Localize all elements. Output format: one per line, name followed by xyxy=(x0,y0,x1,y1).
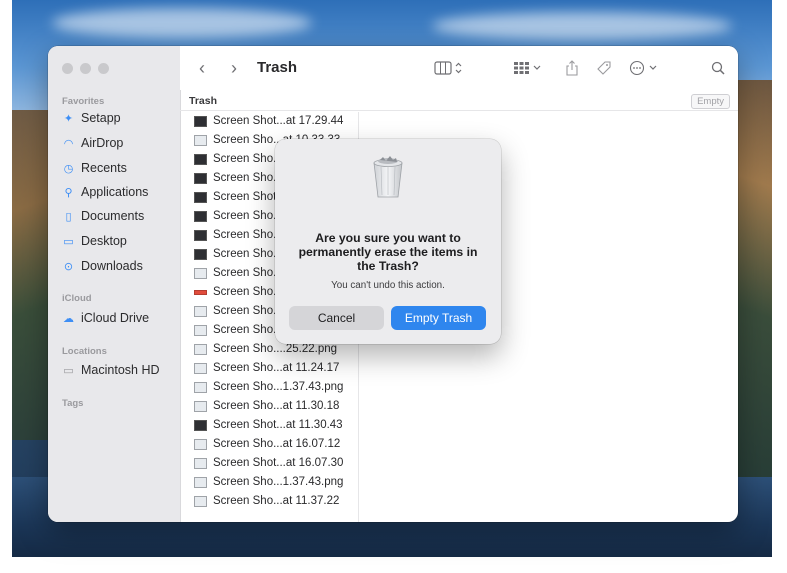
list-item[interactable]: Screen Sho... xyxy=(194,245,283,263)
list-item[interactable]: Screen Sho...at 16.07.12 xyxy=(194,435,340,453)
file-thumbnail-icon xyxy=(194,267,207,279)
sidebar-item-label: Recents xyxy=(81,161,127,175)
empty-trash-button[interactable]: Empty Trash xyxy=(391,306,486,330)
list-item[interactable]: Screen Shot...at 11.30.43 xyxy=(194,416,343,434)
window-controls xyxy=(62,63,109,74)
clock-icon: ◷ xyxy=(63,162,74,175)
sidebar-section-tags: Tags xyxy=(62,398,84,409)
sidebar-item-label: Desktop xyxy=(81,234,127,248)
view-options-icon[interactable] xyxy=(432,58,466,78)
airdrop-icon: ◠ xyxy=(63,137,74,150)
path-label: Trash xyxy=(189,95,218,107)
group-icon[interactable] xyxy=(512,58,544,78)
sidebar-item-label: Downloads xyxy=(81,259,143,273)
path-bar: Trash Empty xyxy=(180,92,738,111)
trash-full-icon xyxy=(369,155,407,199)
cloud-icon: ☁ xyxy=(63,312,74,325)
window-title: Trash xyxy=(257,59,298,76)
sidebar-item-icloud-drive[interactable]: ☁ iCloud Drive xyxy=(62,308,149,328)
close-button[interactable] xyxy=(62,63,73,74)
list-item[interactable]: Screen Sho... xyxy=(194,321,283,339)
file-thumbnail-icon xyxy=(194,210,207,222)
sidebar-item-recents[interactable]: ◷ Recents xyxy=(62,158,127,178)
file-thumbnail-icon xyxy=(194,381,207,393)
cancel-button[interactable]: Cancel xyxy=(289,306,384,330)
sidebar-section-favorites: Favorites xyxy=(62,96,105,107)
list-item[interactable]: Screen Sho...at 11.37.22 xyxy=(194,492,339,510)
file-thumbnail-icon xyxy=(194,476,207,488)
list-item[interactable]: Screen Sho...1.37.43.png xyxy=(194,378,343,396)
sidebar-item-setapp[interactable]: ✦ Setapp xyxy=(62,108,121,128)
sidebar-item-applications[interactable]: ⚲ Applications xyxy=(62,182,148,202)
desktop-icon: ▭ xyxy=(63,235,74,248)
drive-icon: ▭ xyxy=(63,364,74,377)
file-thumbnail-icon xyxy=(194,419,207,431)
sidebar-item-downloads[interactable]: ⊙ Downloads xyxy=(62,256,143,276)
list-item[interactable]: Screen Sho... xyxy=(194,226,283,244)
sidebar: Favorites ✦ Setapp ◠ AirDrop ◷ Recents ⚲… xyxy=(48,46,181,522)
dialog-title: Are you sure you want to permanently era… xyxy=(298,231,478,273)
list-item[interactable]: Screen Sho...1.37.43.png xyxy=(194,473,343,491)
file-thumbnail-icon xyxy=(194,172,207,184)
sidebar-item-airdrop[interactable]: ◠ AirDrop xyxy=(62,133,124,153)
file-thumbnail-icon xyxy=(194,115,207,127)
search-icon[interactable] xyxy=(708,58,728,78)
list-item[interactable]: Screen Shot...at 16.07.30 xyxy=(194,454,343,472)
file-thumbnail-icon xyxy=(194,229,207,241)
file-thumbnail-icon xyxy=(194,153,207,165)
sidebar-item-label: Documents xyxy=(81,209,145,223)
list-item[interactable]: Screen Sho... xyxy=(194,264,283,282)
sidebar-item-documents[interactable]: ▯ Documents xyxy=(62,206,144,226)
file-thumbnail-icon xyxy=(194,305,207,317)
list-item[interactable]: Screen Sho...at 11.24.17 xyxy=(194,359,339,377)
sidebar-item-macintosh-hd[interactable]: ▭ Macintosh HD xyxy=(62,360,160,380)
file-thumbnail-icon xyxy=(194,400,207,412)
empty-trash-dialog: Are you sure you want to permanently era… xyxy=(275,139,501,344)
share-icon[interactable] xyxy=(562,58,582,78)
file-thumbnail-icon xyxy=(194,495,207,507)
file-thumbnail-icon xyxy=(194,289,207,295)
sidebar-section-icloud: iCloud xyxy=(62,293,92,304)
more-actions-icon[interactable] xyxy=(628,58,662,78)
file-thumbnail-icon xyxy=(194,343,207,355)
setapp-icon: ✦ xyxy=(63,112,74,125)
list-item[interactable]: Screen Sho...at 11.30.18 xyxy=(194,397,339,415)
dialog-message: You can't undo this action. xyxy=(331,280,445,291)
zoom-button[interactable] xyxy=(98,63,109,74)
list-item[interactable]: Screen Shot... xyxy=(194,188,286,206)
forward-chevron-icon[interactable]: › xyxy=(226,58,242,78)
back-chevron-icon[interactable]: ‹ xyxy=(194,58,210,78)
file-thumbnail-icon xyxy=(194,438,207,450)
sidebar-item-label: AirDrop xyxy=(81,136,124,150)
sidebar-item-label: iCloud Drive xyxy=(81,311,150,325)
sidebar-section-locations: Locations xyxy=(62,346,107,357)
minimize-button[interactable] xyxy=(80,63,91,74)
sidebar-item-label: Applications xyxy=(81,185,149,199)
list-item[interactable]: Screen Sho... xyxy=(194,302,283,320)
list-item[interactable]: Screen Shot...at 17.29.44 xyxy=(194,112,343,130)
list-item[interactable]: Screen Sho... xyxy=(194,169,283,187)
sidebar-item-label: Setapp xyxy=(81,111,121,125)
list-item[interactable]: Screen Sho... xyxy=(194,207,283,225)
file-thumbnail-icon xyxy=(194,457,207,469)
applications-icon: ⚲ xyxy=(64,186,73,199)
list-item[interactable]: Screen Sho... xyxy=(194,283,283,301)
toolbar: ‹ › Trash xyxy=(180,46,738,90)
file-thumbnail-icon xyxy=(194,324,207,336)
document-icon: ▯ xyxy=(65,210,72,223)
download-icon: ⊙ xyxy=(63,260,74,273)
file-thumbnail-icon xyxy=(194,362,207,374)
list-item[interactable]: Screen Sho... xyxy=(194,150,283,168)
file-thumbnail-icon xyxy=(194,191,207,203)
empty-button[interactable]: Empty xyxy=(691,94,730,109)
sidebar-item-label: Macintosh HD xyxy=(81,363,160,377)
file-thumbnail-icon xyxy=(194,248,207,260)
tag-icon[interactable] xyxy=(594,58,614,78)
sidebar-item-desktop[interactable]: ▭ Desktop xyxy=(62,231,127,251)
file-thumbnail-icon xyxy=(194,134,207,146)
